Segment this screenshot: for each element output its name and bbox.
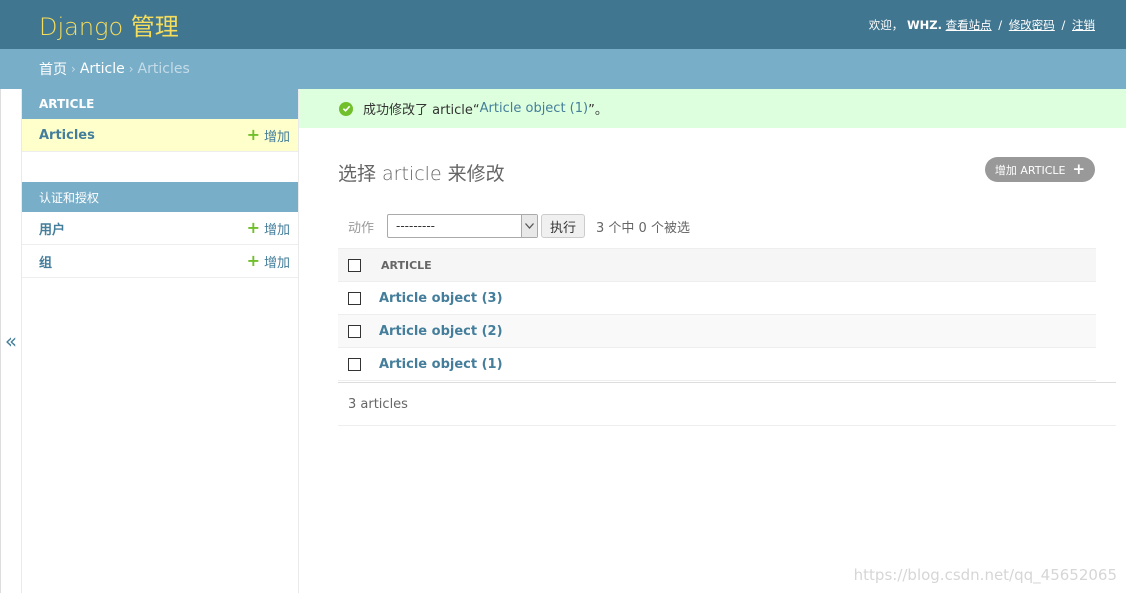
breadcrumb-current: Articles	[137, 61, 190, 77]
action-selected-value: ---------	[396, 219, 435, 233]
header: Django 管理 欢迎， WHZ. 查看站点 / 修改密码 / 注销	[0, 0, 1126, 49]
row-object-link[interactable]: Article object (1)	[379, 357, 503, 372]
watermark: https://blog.csdn.net/qq_45652065	[853, 566, 1117, 584]
sidebar-item-label[interactable]: Articles	[39, 128, 95, 143]
table-row: Article object (3)	[338, 282, 1096, 315]
plus-icon: +	[246, 125, 260, 144]
breadcrumb-home[interactable]: 首页	[39, 59, 67, 79]
sidebar-item-label[interactable]: 用户	[39, 219, 65, 238]
chevron-down-icon	[521, 215, 538, 237]
column-header-article[interactable]: ARTICLE	[381, 259, 432, 272]
message-prefix: 成功修改了 article“	[363, 103, 480, 118]
breadcrumb-separator: ›	[71, 62, 76, 76]
welcome-text: 欢迎，	[868, 17, 904, 32]
go-button[interactable]: 执行	[541, 214, 586, 238]
page-title: 选择 article 来修改	[338, 163, 505, 185]
module-caption-auth[interactable]: 认证和授权	[22, 182, 298, 212]
row-object-link[interactable]: Article object (3)	[379, 291, 503, 306]
plus-icon: +	[246, 218, 260, 237]
sidebar-item-articles: Articles + 增加	[22, 119, 298, 152]
add-label: 增加	[263, 129, 290, 145]
sidebar-item-users: 用户 + 增加	[22, 212, 298, 245]
add-label: 增加	[263, 222, 290, 238]
sidebar-item-groups: 组 + 增加	[22, 245, 298, 278]
selection-counter: 3 个中 0 个被选	[596, 220, 690, 236]
username: WHZ.	[906, 17, 942, 32]
success-message: 成功修改了 article“ Article object (1)”。	[299, 89, 1126, 128]
plus-icon: +	[1072, 160, 1086, 178]
main-content: 成功修改了 article“ Article object (1)”。 选择 ar…	[299, 89, 1126, 593]
success-check-icon	[339, 101, 353, 116]
add-article-button[interactable]: 增加 ARTICLE +	[985, 157, 1095, 182]
action-select[interactable]: ---------	[387, 214, 539, 238]
add-group-link[interactable]: + 增加	[247, 252, 290, 271]
breadcrumb-app[interactable]: Article	[80, 61, 125, 77]
breadcrumb: 首页 › Article › Articles	[0, 49, 1126, 89]
row-checkbox[interactable]	[348, 357, 361, 371]
breadcrumb-separator: ›	[128, 62, 134, 76]
logout-link[interactable]: 注销	[1072, 18, 1095, 32]
user-tools: 欢迎， WHZ. 查看站点 / 修改密码 / 注销	[869, 17, 1095, 33]
separator: /	[998, 17, 1003, 32]
result-list: ARTICLE Article object (3) Article objec…	[338, 248, 1096, 381]
message-suffix: ”。	[588, 103, 608, 118]
add-article-label: 增加 ARTICLE	[994, 163, 1066, 177]
row-object-link[interactable]: Article object (2)	[379, 324, 503, 339]
table-header: ARTICLE	[338, 248, 1096, 282]
actions-label: 动作	[348, 220, 375, 236]
separator: /	[1061, 17, 1066, 32]
row-checkbox[interactable]	[348, 324, 361, 338]
add-label: 增加	[263, 255, 290, 271]
table-row: Article object (2)	[338, 315, 1096, 348]
nav-sidebar-toggle[interactable]: «	[0, 89, 22, 593]
row-checkbox[interactable]	[348, 291, 361, 305]
collapse-icon: «	[4, 329, 18, 353]
change-password-link[interactable]: 修改密码	[1009, 18, 1055, 32]
add-user-link[interactable]: + 增加	[247, 219, 290, 238]
sidebar-item-label[interactable]: 组	[39, 252, 52, 271]
message-object-link[interactable]: Article object (1)	[480, 101, 588, 116]
plus-icon: +	[246, 251, 260, 270]
paginator: 3 articles	[338, 382, 1116, 426]
table-row: Article object (1)	[338, 348, 1096, 381]
actions-bar: 动作 --------- 执行 3 个中 0 个被选	[338, 213, 690, 239]
module-caption-article[interactable]: ARTICLE	[22, 89, 298, 119]
nav-sidebar: ARTICLE Articles + 增加 认证和授权 用户 + 增加 组 + …	[22, 89, 299, 593]
select-all-checkbox[interactable]	[348, 258, 361, 272]
add-articles-link[interactable]: + 增加	[247, 126, 290, 145]
site-branding[interactable]: Django 管理	[39, 7, 179, 42]
view-site-link[interactable]: 查看站点	[946, 18, 992, 32]
